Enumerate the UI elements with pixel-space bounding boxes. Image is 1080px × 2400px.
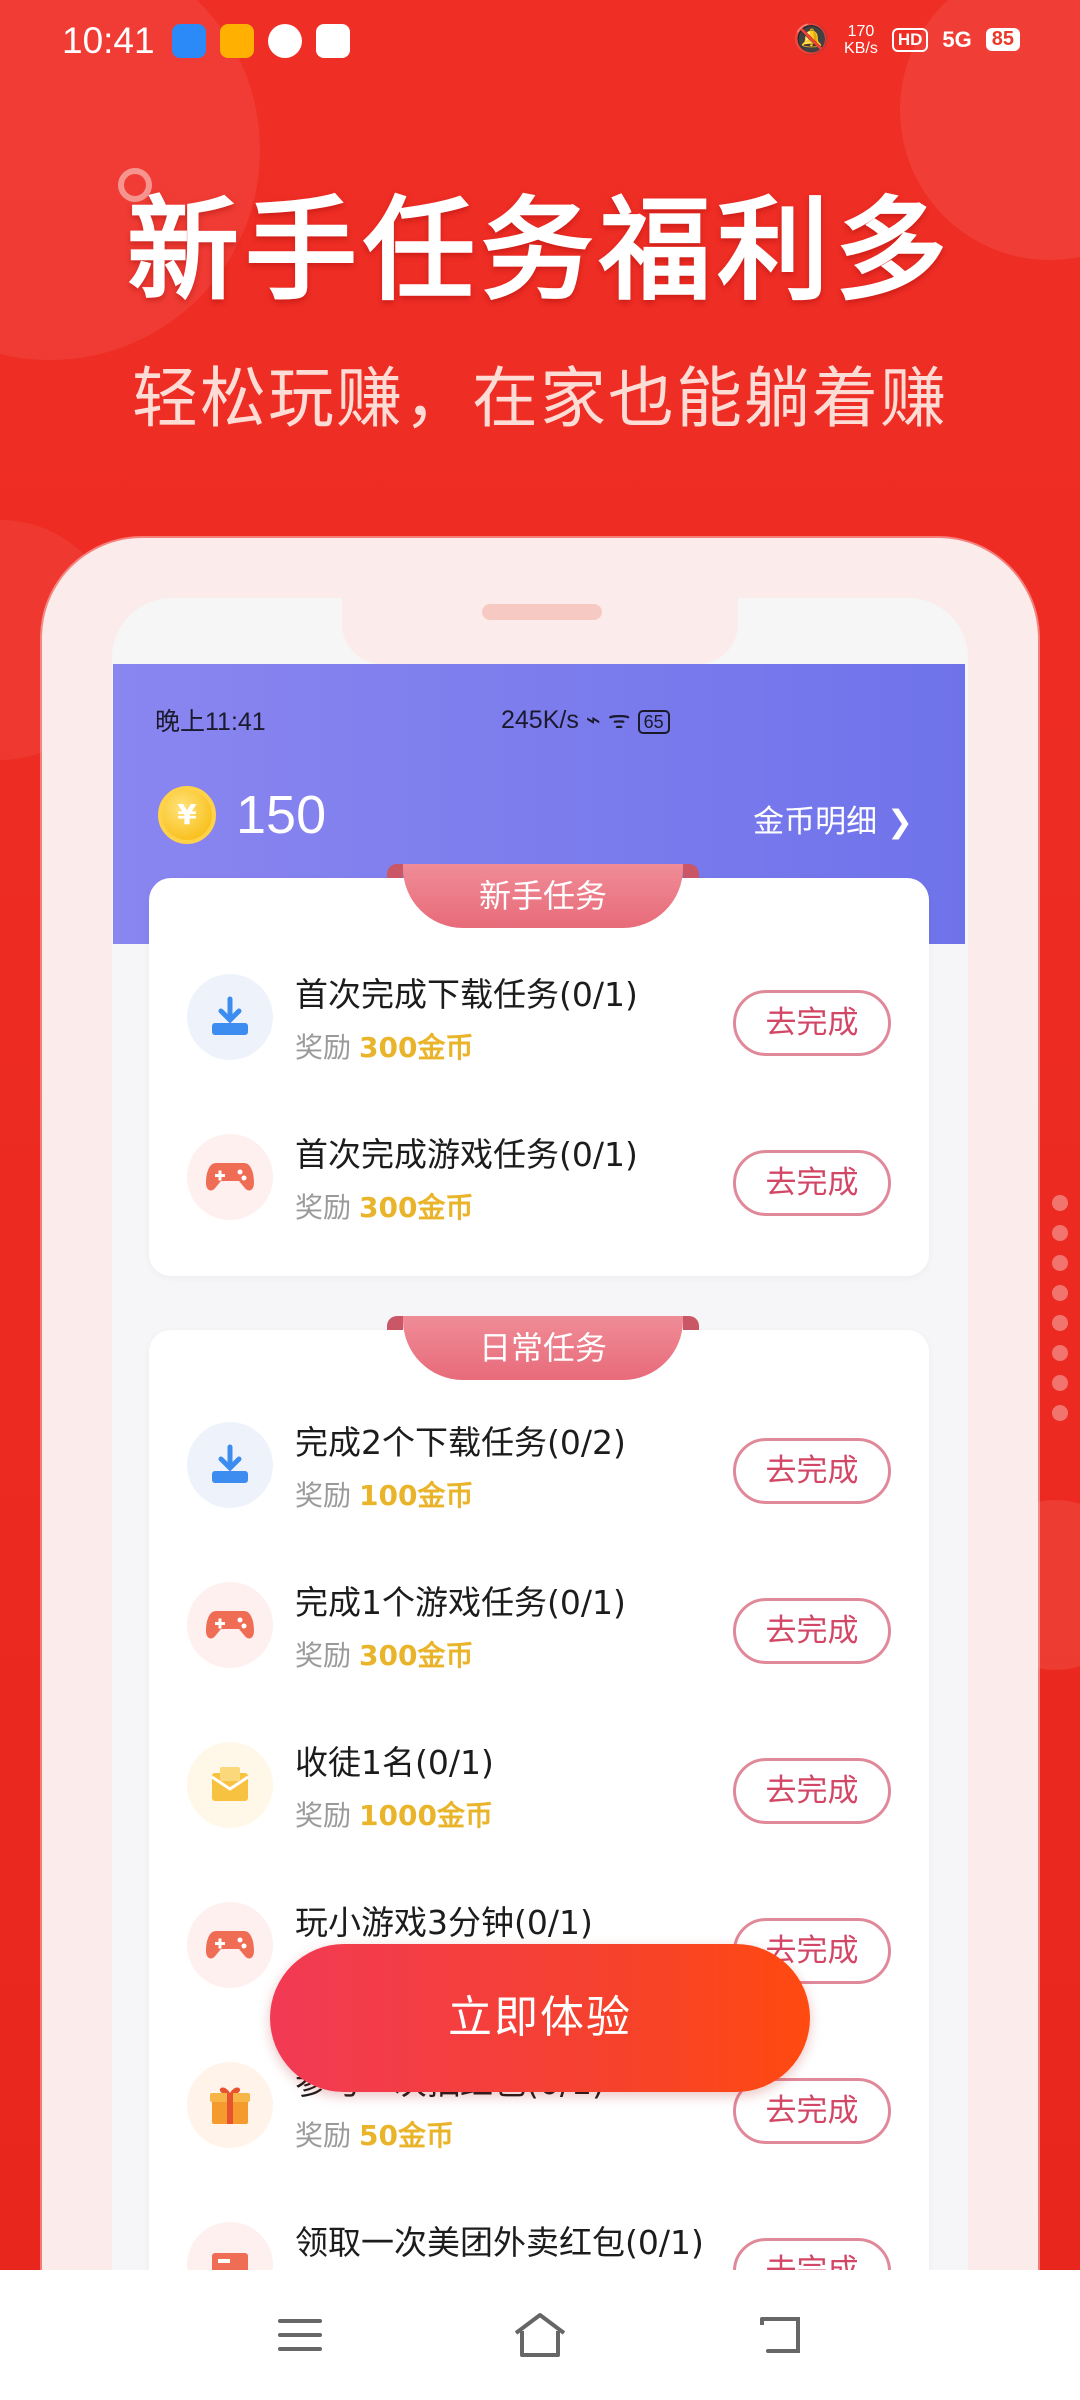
reward-amount: 100金币 (359, 1479, 474, 1512)
banner-headline: 新手任务福利多 (127, 186, 953, 316)
status-bar: 10:41 🔕 170 KB/s HD 5G 85 (0, 0, 1080, 86)
coin-icon: ¥ (158, 786, 216, 844)
coin-balance: ¥ 150 (158, 784, 326, 846)
inner-status-bar: 晚上11:41 245K/s ⌁ ᯤ 65 (113, 664, 965, 736)
app-notification-icon (220, 24, 254, 58)
go-complete-button[interactable]: 去完成 (733, 1150, 891, 1216)
go-complete-button[interactable]: 去完成 (733, 990, 891, 1056)
go-complete-button[interactable]: 去完成 (733, 1758, 891, 1824)
net-speed-value: 170 (847, 22, 875, 40)
reward-amount: 300金币 (359, 1191, 474, 1224)
inner-status-right: 245K/s ⌁ ᯤ 65 (501, 702, 670, 736)
reward-label: 奖励 (295, 1191, 352, 1224)
back-icon[interactable] (740, 2295, 820, 2375)
reward-amount: 50金币 (359, 2119, 454, 2152)
reward-amount: 300金币 (359, 1639, 474, 1672)
task-row: 完成1个游戏任务(0/1) 奖励 300金币 去完成 (149, 1546, 929, 1706)
task-row: 完成2个下载任务(0/2) 奖励 100金币 去完成 (149, 1386, 929, 1546)
inner-signal-icon: ⌁ ᯤ (585, 706, 638, 734)
download-icon (187, 974, 273, 1060)
newbie-task-card: 新手任务 首次完成下载任务(0/1) 奖励 300金币 去完成 首次完成游戏任务(… (149, 864, 929, 1276)
gift-icon (187, 2062, 273, 2148)
gamepad-icon (187, 1134, 273, 1220)
phone-speaker (482, 604, 602, 620)
menu-icon[interactable] (260, 2295, 340, 2375)
task-row: 领取一次美团外卖红包(0/1) 去完成 (149, 2186, 929, 2274)
try-now-button[interactable]: 立即体验 (270, 1944, 810, 2092)
status-time: 10:41 (62, 20, 155, 61)
banner-subheadline: 轻松玩赚，在家也能躺着赚 (132, 360, 948, 437)
section-ribbon-daily: 日常任务 (387, 1316, 699, 1380)
reward-amount: 1000金币 (359, 1799, 493, 1832)
coin-balance-value: 150 (236, 785, 327, 845)
video-app-icon (316, 24, 350, 58)
decor-dots (1052, 1195, 1068, 1435)
task-row: 首次完成游戏任务(0/1) 奖励 300金币 去完成 (149, 1098, 929, 1258)
reward-label: 奖励 (295, 2119, 352, 2152)
inner-net-speed: 245K/s (501, 706, 579, 734)
task-reward: 奖励 50金币 (295, 2114, 454, 2154)
gamepad-icon (187, 1902, 273, 1988)
task-reward: 奖励 1000金币 (295, 1794, 493, 1834)
inner-battery: 65 (637, 710, 670, 734)
task-title: 完成2个下载任务(0/2) (295, 1423, 626, 1462)
gamepad-icon (187, 1582, 273, 1668)
task-row: 收徒1名(0/1) 奖励 1000金币 去完成 (149, 1706, 929, 1866)
task-title: 完成1个游戏任务(0/1) (295, 1583, 626, 1622)
hd-badge: HD (891, 27, 929, 52)
daily-task-card: 日常任务 完成2个下载任务(0/2) 奖励 100金币 去完成 完成1个游戏任务(… (149, 1316, 929, 2274)
reward-label: 奖励 (295, 1031, 352, 1064)
notification-icons (172, 24, 350, 58)
coupon-icon (187, 2222, 273, 2274)
net-speed-unit: KB/s (844, 39, 878, 57)
message-icon (268, 24, 302, 58)
task-title: 首次完成下载任务(0/1) (295, 975, 638, 1014)
go-complete-button[interactable]: 去完成 (733, 2238, 891, 2274)
download-icon (187, 1422, 273, 1508)
mute-bell-icon: 🔕 (792, 23, 831, 56)
task-title: 首次完成游戏任务(0/1) (295, 1135, 638, 1174)
task-title: 领取一次美团外卖红包(0/1) (295, 2223, 704, 2262)
inner-time: 晚上11:41 (155, 708, 266, 736)
signal-5g: 5G (942, 26, 972, 52)
go-complete-button[interactable]: 去完成 (733, 1438, 891, 1504)
reward-label: 奖励 (295, 1479, 352, 1512)
wifi-app-icon (172, 24, 206, 58)
task-reward: 奖励 300金币 (295, 1026, 473, 1066)
task-row: 首次完成下载任务(0/1) 奖励 300金币 去完成 (149, 938, 929, 1098)
task-reward: 奖励 300金币 (295, 1186, 473, 1226)
reward-label: 奖励 (295, 1639, 352, 1672)
envelope-icon (187, 1742, 273, 1828)
go-complete-button[interactable]: 去完成 (733, 1598, 891, 1664)
net-speed: 170 KB/s (844, 23, 878, 57)
task-title: 玩小游戏3分钟(0/1) (295, 1903, 593, 1942)
home-icon[interactable] (500, 2295, 580, 2375)
reward-amount: 300金币 (359, 1031, 474, 1064)
status-right: 🔕 170 KB/s HD 5G 85 (793, 22, 1020, 57)
task-reward: 奖励 300金币 (295, 1634, 473, 1674)
system-nav-bar (0, 2270, 1080, 2400)
task-reward: 奖励 100金币 (295, 1474, 473, 1514)
coin-detail-link[interactable]: 金币明细 ❯ (753, 796, 913, 841)
battery-level: 85 (985, 28, 1020, 51)
reward-label: 奖励 (295, 1799, 352, 1832)
section-ribbon-newbie: 新手任务 (387, 864, 699, 928)
task-title: 收徒1名(0/1) (295, 1743, 494, 1782)
